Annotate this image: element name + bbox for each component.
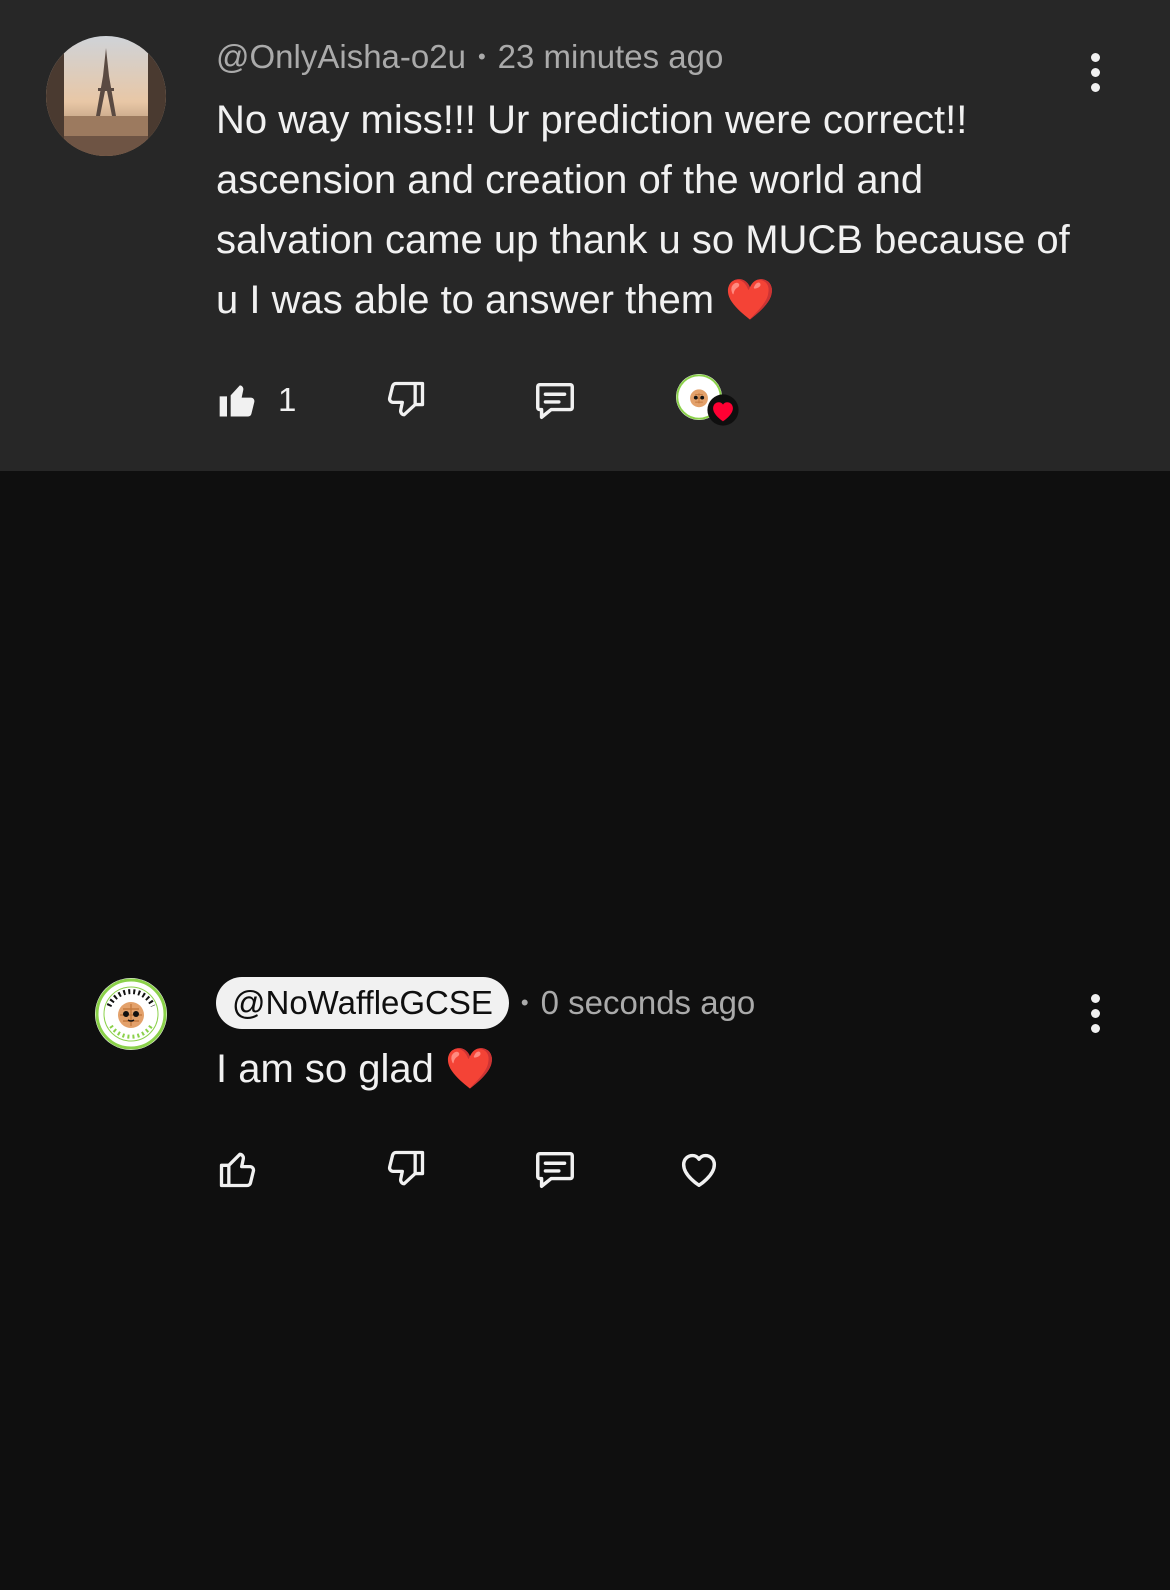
more-vert-icon [1090,52,1100,62]
like-count: 1 [278,381,297,418]
comment-thread-item: @OnlyAisha-o2u • 23 minutes ago No way m… [0,0,1170,471]
heart-icon [681,1153,717,1188]
thumbs-up-filled-icon [219,385,255,417]
more-vert-icon [1090,993,1100,1003]
comment-action-bar: 1 [216,370,816,430]
comment-icon [536,1151,574,1188]
dislike-button[interactable] [384,370,428,430]
comment-reply-item: @NoWaffleGCSE • 0 seconds ago I am so gl… [0,471,1170,1188]
reply-button[interactable] [532,370,578,430]
comment-author-handle[interactable]: @OnlyAisha-o2u [216,38,466,76]
comment-meta: @OnlyAisha-o2u • 23 minutes ago [216,38,723,76]
no-waffle-logo-icon [95,978,167,1050]
eiffel-tower-avatar-image [46,36,166,156]
more-options-button[interactable] [1075,42,1115,102]
heart-badge-icon [706,394,740,431]
meta-separator: • [520,990,529,1015]
heart-button[interactable] [676,1139,722,1199]
thumbs-down-icon [387,381,425,417]
dislike-button[interactable] [384,1139,428,1199]
reply-timestamp[interactable]: 0 seconds ago [541,984,756,1022]
more-vert-icon-dot [1090,82,1100,92]
creator-avatar[interactable] [95,978,167,1050]
more-vert-icon-dot [1090,1023,1100,1033]
comment-icon [536,382,574,419]
more-vert-icon-dot [1090,67,1100,77]
reply-button[interactable] [532,1139,578,1199]
more-vert-icon-dot [1090,1008,1100,1018]
user-avatar[interactable] [46,36,166,156]
creator-handle-pill[interactable]: @NoWaffleGCSE [216,977,509,1029]
reply-action-bar [216,1139,816,1199]
thumbs-down-icon [387,1150,425,1186]
thumbs-up-icon [219,1152,256,1188]
like-button[interactable] [216,1139,260,1199]
meta-separator: • [477,44,486,69]
creator-heart-indicator[interactable] [676,370,746,430]
comment-timestamp[interactable]: 23 minutes ago [498,38,724,76]
like-button[interactable]: 1 [216,370,296,430]
comment-text: No way miss!!! Ur prediction were correc… [216,98,1070,322]
reply-meta: @NoWaffleGCSE • 0 seconds ago [216,977,755,1029]
reply-text: I am so glad ❤️ [216,1047,495,1091]
more-options-button[interactable] [1075,983,1115,1043]
